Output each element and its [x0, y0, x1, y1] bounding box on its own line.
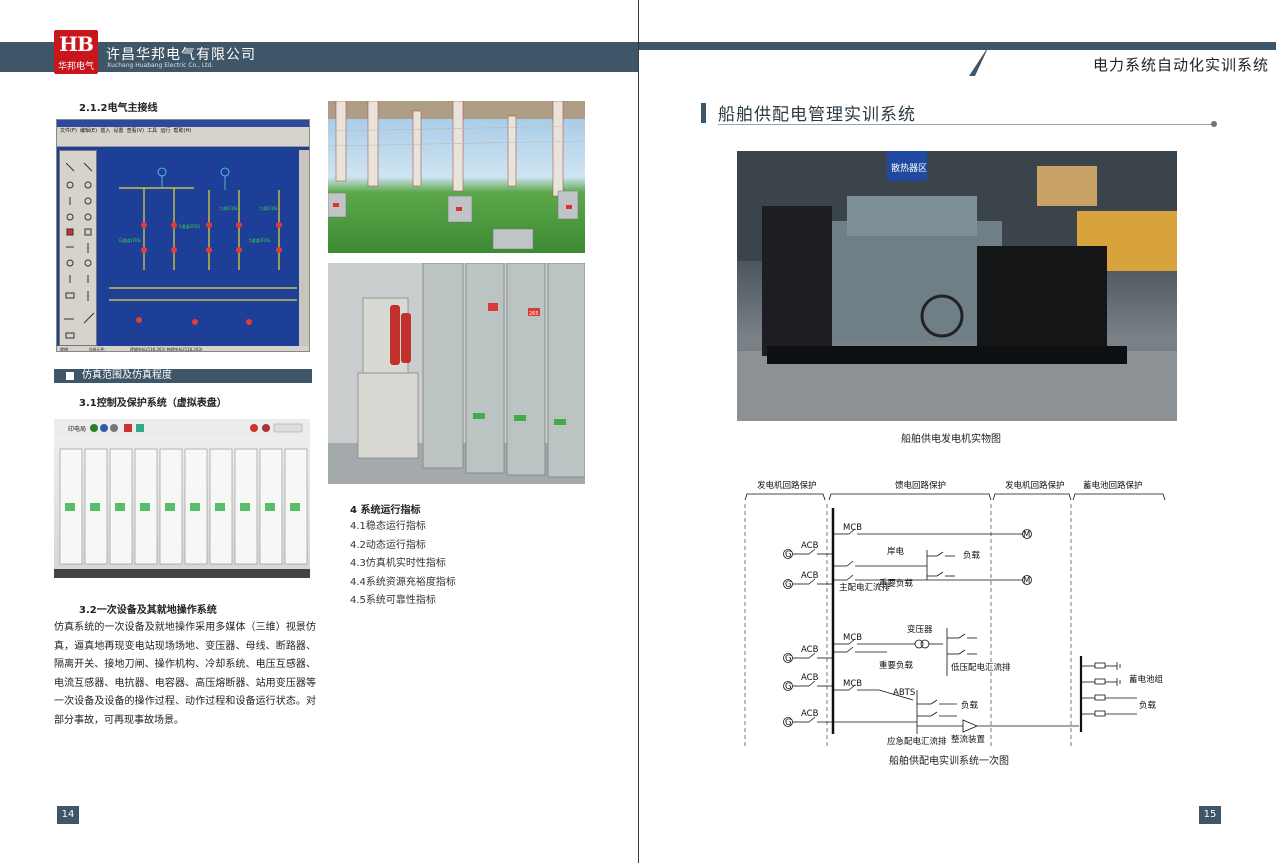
menu-item: 运行: [160, 128, 171, 134]
menu-item: 帮助(H): [173, 128, 192, 134]
generator-scene: 散热器区: [737, 151, 1177, 421]
transformer-label: 变压器: [907, 624, 933, 635]
company-name-en: Xuchang Huabang Electric Co., Ltd.: [107, 62, 214, 69]
app-titlebar: [57, 120, 309, 127]
canvas-label: 六通1FDS: [219, 205, 238, 211]
virtual-panel-scene: 印电局: [54, 419, 310, 578]
status-element: 当前元件:: [88, 347, 106, 352]
palette-symbols: [64, 162, 95, 339]
important-load-label: 重要负载: [879, 578, 914, 589]
drawing-app-screenshot: 文件(F) 编辑(E) 插入 设置 查看(V) 工具 运行 帮助(H) 六通1F…: [56, 119, 310, 352]
power-distribution-diagram: 发电机回路保护 馈电回路保护 发电机回路保护 蓄电池回路保护 主配电汇流排 G …: [744, 480, 1166, 747]
menu-item: 编辑(E): [79, 128, 98, 134]
section-4-heading: 4 系统运行指标: [350, 505, 421, 516]
app-statusbar: 就绪 当前元件: 逻辑坐标(518,263) 物理坐标(518,263): [57, 346, 309, 352]
generator-symbol: G: [785, 654, 792, 664]
status-ready: 就绪: [60, 347, 68, 352]
photo-caption: 船舶供电发电机实物图: [901, 434, 1001, 445]
shore-power-label: 岸电: [887, 546, 905, 557]
section-3-title: 仿真范围及仿真程度: [82, 370, 172, 381]
list-item: 4.4系统资源充裕度指标: [350, 576, 456, 588]
canvas-label: 5道道2FDS: [249, 237, 270, 243]
list-item: 4.5系统可靠性指标: [350, 595, 436, 607]
status-coords: 逻辑坐标(518,263) 物理坐标(518,263): [129, 347, 203, 352]
canvas-label: 5道道2FDS: [179, 223, 200, 229]
menu-item: 设置: [113, 128, 124, 134]
generator-symbol: G: [785, 682, 792, 692]
page-number-right: 15: [1199, 806, 1221, 824]
diagram-caption: 船舶供配电实训系统一次图: [889, 756, 1009, 767]
breaker-label: ABTS: [893, 688, 915, 698]
symbol-palette: [59, 150, 97, 346]
generator-symbol: G: [785, 580, 792, 590]
banner-square-icon: [66, 372, 74, 380]
generator-symbol: G: [785, 550, 792, 560]
motor-symbol: M: [1023, 576, 1030, 586]
header-title: 电力系统自动化实训系统: [1092, 56, 1269, 74]
switchgear-cabinet-image: 265: [328, 263, 585, 484]
right-page: 电力系统自动化实训系统 船舶供配电管理实训系统 散热器区 船舶供电发电机实物图 …: [639, 0, 1276, 863]
breaker-label: MCB: [843, 679, 862, 689]
section-marker: [701, 103, 706, 123]
list-item: 4.3仿真机实时性指标: [350, 558, 446, 570]
left-page: HB 华邦电气 许昌华邦电气有限公司 Xuchang Huabang Elect…: [0, 0, 638, 863]
breaker-label: MCB: [843, 633, 862, 643]
panel-toolbar-label: 印电局: [68, 425, 86, 433]
drawing-canvas: 六通1FDS 六通2FDS 5道道2FDS G道道1FDS 5道道2FDS: [99, 150, 297, 346]
cabinet-label: 265: [529, 311, 539, 317]
section-32-paragraph: 仿真系统的一次设备及就地操作采用多媒体（三维）视景仿真，逼真地再现变电站现场场地…: [54, 622, 316, 726]
load-label: 负载: [1139, 700, 1157, 711]
load-label: 负载: [963, 550, 981, 561]
generator-photo: 散热器区: [737, 151, 1177, 421]
important-load-label: 重要负载: [879, 660, 914, 671]
section-212-heading: 2.1.2电气主接线: [79, 103, 158, 114]
low-voltage-bus-label: 低压配电汇流排: [951, 662, 1011, 673]
section-title: 船舶供配电管理实训系统: [718, 105, 916, 125]
breaker-label: ACB: [801, 645, 819, 655]
menu-item: 查看(V): [126, 128, 144, 134]
generator-symbol: G: [785, 718, 792, 728]
app-menubar: 文件(F) 编辑(E) 插入 设置 查看(V) 工具 运行 帮助(H): [57, 127, 309, 135]
menu-item: 工具: [147, 128, 158, 134]
list-item: 4.2动态运行指标: [350, 539, 426, 551]
page-number-left: 14: [57, 806, 79, 824]
company-logo: HB 华邦电气: [54, 30, 98, 74]
app-scrollbar: [299, 150, 309, 346]
one-line-diagram-drawing: 六通1FDS 六通2FDS 5道道2FDS G道道1FDS 5道道2FDS: [109, 167, 297, 325]
company-name-cn: 许昌华邦电气有限公司: [106, 47, 256, 63]
emergency-bus-label: 应急配电汇流排: [887, 736, 947, 747]
photo-sign: 散热器区: [891, 162, 927, 174]
canvas-label: G道道1FDS: [119, 237, 141, 243]
substation-3d-image: [328, 101, 585, 253]
breaker-label: MCB: [843, 523, 862, 533]
canvas-label: 六通2FDS: [259, 205, 278, 211]
virtual-panel-image: 印电局: [54, 419, 310, 578]
rectifier-label: 整流装置: [951, 734, 986, 745]
zone-heading: 发电机回路保护: [1005, 480, 1065, 491]
breaker-label: ACB: [801, 673, 819, 683]
load-label: 负载: [961, 700, 979, 711]
battery-label: 蓄电池组: [1129, 674, 1164, 685]
indicator-list: 4.1稳态运行指标 4.2动态运行指标 4.3仿真机实时性指标 4.4系统资源充…: [350, 518, 456, 611]
substation-scene: [328, 101, 585, 250]
logo-name: 华邦电气: [57, 62, 94, 72]
menu-item: 插入: [100, 128, 111, 134]
app-toolbar: [57, 135, 309, 147]
logo-mark: HB: [59, 32, 94, 56]
section-31-heading: 3.1控制及保护系统（虚拟表盘）: [79, 398, 227, 409]
zone-heading: 蓄电池回路保护: [1083, 480, 1143, 491]
section-3-banner: 仿真范围及仿真程度: [54, 369, 312, 383]
section-rule-dot: [1211, 121, 1217, 127]
zone-heading: 发电机回路保护: [757, 480, 817, 491]
motor-symbol: M: [1023, 530, 1030, 540]
list-item: 4.1稳态运行指标: [350, 521, 426, 532]
section-rule: [718, 124, 1212, 125]
switchgear-scene: 265: [328, 263, 585, 484]
menu-item: 文件(F): [60, 128, 77, 134]
zone-heading: 馈电回路保护: [895, 480, 946, 491]
breaker-label: ACB: [801, 541, 819, 551]
breaker-label: ACB: [801, 709, 819, 719]
breaker-label: ACB: [801, 571, 819, 581]
section-32-heading: 3.2一次设备及其就地操作系统: [79, 605, 217, 616]
